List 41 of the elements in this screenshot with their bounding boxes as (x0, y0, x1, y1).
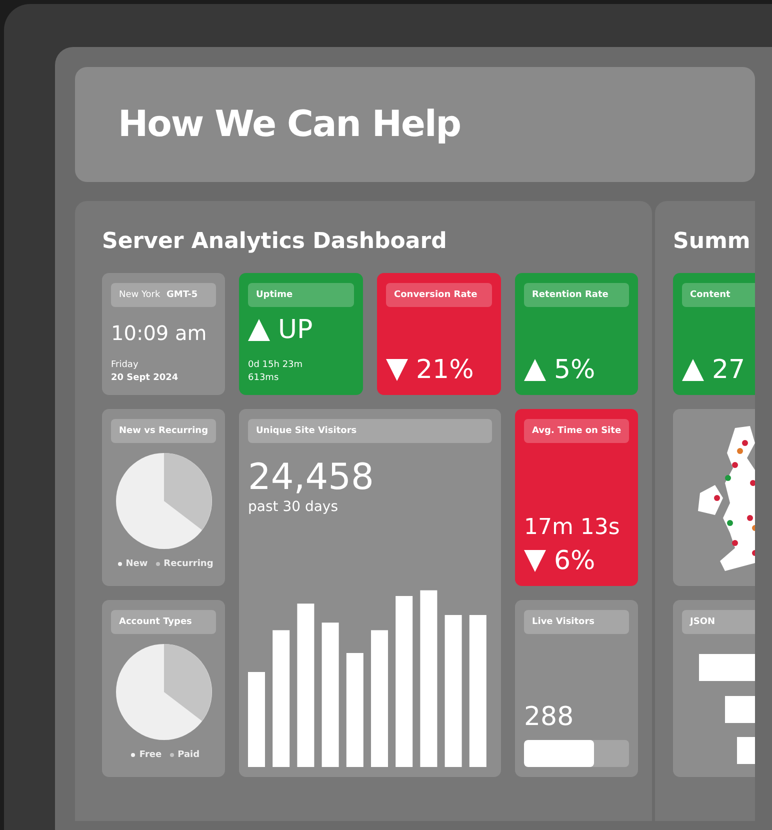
legend-item: New (126, 559, 148, 569)
location-label: New York GMT-5 (111, 283, 216, 307)
page-title: How We Can Help (118, 104, 461, 145)
avg-time-change: 6% (554, 546, 596, 576)
weekday-text: Friday (111, 359, 140, 372)
card-label: Retention Rate (524, 283, 629, 307)
card-label: New vs Recurring (111, 419, 216, 443)
visitors-period: past 30 days (248, 498, 340, 516)
legend-dot-icon (118, 562, 122, 566)
triangle-down-icon (386, 359, 408, 381)
legend-item: Paid (178, 750, 200, 760)
card-label: Content (682, 283, 755, 307)
date-text: 20 Sept 2024 (111, 372, 180, 385)
stat-value: 5% (554, 355, 596, 385)
triangle-up-icon (524, 359, 546, 381)
dashboard-title: Server Analytics Dashboard (102, 229, 448, 256)
uptime-duration: 0d 15h 23m (248, 359, 304, 372)
stat-value: 21% (416, 355, 474, 385)
legend-dot-icon (156, 562, 160, 566)
stat-value: 27 (712, 355, 746, 385)
summary-title: Summ (673, 229, 752, 256)
legend-item: Recurring (164, 559, 214, 569)
avg-time-value: 17m 13s (524, 515, 621, 540)
card-label: JSON (682, 610, 755, 634)
card-label: Account Types (111, 610, 216, 634)
live-visitors-count: 288 (524, 702, 575, 732)
card-label: Conversion Rate (386, 283, 492, 307)
legend-dot-icon (131, 753, 136, 757)
card-label: Avg. Time on Site (524, 419, 629, 443)
visitors-count: 24,458 (248, 457, 375, 498)
legend-dot-icon (170, 753, 174, 757)
card-label: Unique Site Visitors (248, 419, 492, 443)
triangle-up-icon (248, 319, 270, 341)
card-label: Live Visitors (524, 610, 629, 634)
triangle-up-icon (682, 359, 704, 381)
card-label: Uptime (248, 283, 354, 307)
latency-text: 613ms (248, 372, 280, 385)
legend-item: Free (139, 750, 162, 760)
clock-time: 10:09 am (111, 321, 208, 345)
uptime-status: UP (278, 315, 313, 345)
triangle-down-icon (524, 550, 546, 572)
